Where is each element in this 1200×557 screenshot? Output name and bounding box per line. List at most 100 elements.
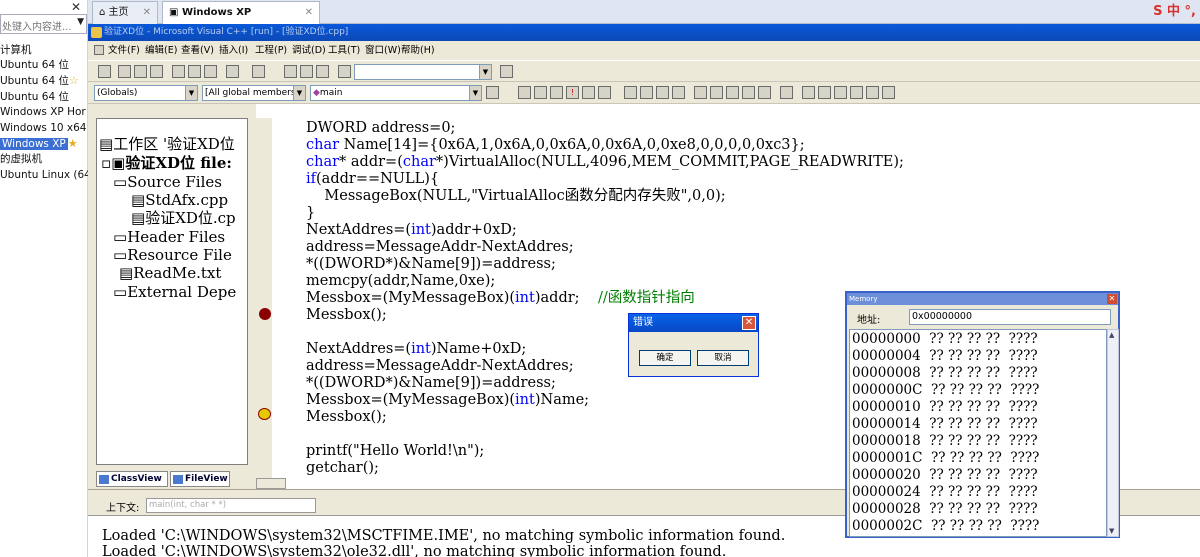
cut-icon[interactable] [172, 65, 185, 78]
menu-window[interactable]: 窗口(W) [365, 41, 401, 60]
close-icon[interactable]: ✕ [742, 316, 756, 330]
close-icon[interactable]: ✕ [1107, 294, 1117, 304]
tree-project[interactable]: ▫▣验证XD位 file: [101, 154, 232, 172]
error-dialog-title[interactable]: 错误 ✕ [629, 314, 758, 332]
new-file-icon[interactable] [98, 65, 111, 78]
scroll-down-icon[interactable]: ▼ [1109, 527, 1114, 535]
tab-classview[interactable]: ClassView [96, 471, 168, 487]
output-icon[interactable] [300, 65, 313, 78]
tree-file[interactable]: ▤ReadMe.txt [119, 264, 221, 282]
menu-file[interactable]: 文件(F) [108, 41, 140, 60]
tree-folder[interactable]: ▭Header Files [113, 228, 225, 246]
menu-edit[interactable]: 编辑(E) [145, 41, 177, 60]
tree-folder[interactable]: ▭External Depe [113, 283, 236, 301]
variables-icon[interactable] [818, 86, 831, 99]
collapse-icon[interactable]: ▫ [101, 154, 111, 172]
find-icon[interactable] [500, 65, 513, 78]
redo-icon[interactable] [252, 65, 265, 78]
vm-item[interactable]: 计算机 [0, 42, 32, 58]
tree-folder[interactable]: ▭Resource File [113, 246, 232, 264]
vm-item[interactable]: Windows 10 x64 [0, 120, 86, 136]
go-icon[interactable] [598, 86, 611, 99]
vm-item[interactable]: Ubuntu 64 位 [0, 89, 69, 105]
chevron-down-icon[interactable]: ▼ [293, 86, 305, 100]
tab-home[interactable]: ⌂ 主页 ✕ [92, 1, 158, 24]
menu-debug[interactable]: 调试(D) [292, 41, 326, 60]
class-combo[interactable]: (Globals) ▼ [94, 85, 198, 101]
paste-icon[interactable] [204, 65, 217, 78]
menu-help[interactable]: 帮助(H) [401, 41, 435, 60]
tree-folder[interactable]: ▭Source Files [113, 173, 222, 191]
show-next-icon[interactable] [694, 86, 707, 99]
cancel-button[interactable]: 取消 [697, 350, 749, 366]
step-out-icon[interactable] [742, 86, 755, 99]
app-menu-icon[interactable] [94, 45, 104, 55]
workspace-icon[interactable] [284, 65, 297, 78]
menu-project[interactable]: 工程(P) [255, 41, 287, 60]
vm-search-input[interactable]: 处键入内容进... ▼ [0, 14, 87, 34]
wizard-action-icon[interactable] [486, 86, 499, 99]
breakpoint-icon[interactable] [259, 308, 271, 320]
compile-icon[interactable] [518, 86, 531, 99]
memory-icon[interactable] [850, 86, 863, 99]
memory-window-title[interactable]: Memory ✕ [847, 293, 1118, 305]
chevron-down-icon[interactable]: ▼ [185, 86, 197, 100]
undo-icon[interactable] [226, 65, 239, 78]
step-over-icon[interactable] [726, 86, 739, 99]
disassembly-icon[interactable] [882, 86, 895, 99]
memory-window: Memory ✕ 地址: 0x00000000 00000000 ?? ?? ?… [845, 291, 1120, 538]
open-icon[interactable] [118, 65, 131, 78]
breakpoint-icon[interactable] [582, 86, 595, 99]
tree-root[interactable]: ▤工作区 '验证XD位 [99, 135, 235, 153]
apply-changes-icon[interactable] [672, 86, 685, 99]
step-into-icon[interactable] [710, 86, 723, 99]
break-icon[interactable] [656, 86, 669, 99]
vm-item[interactable]: Ubuntu Linux (64 [0, 167, 91, 183]
find-in-files-icon[interactable] [338, 65, 351, 78]
save-all-icon[interactable] [150, 65, 163, 78]
stop-debug-icon[interactable] [640, 86, 653, 99]
address-input[interactable]: 0x00000000 [909, 309, 1111, 325]
editor-hscrollbar[interactable] [256, 478, 286, 489]
build-icon[interactable] [534, 86, 547, 99]
ime-indicator[interactable]: S 中 °, [1153, 0, 1196, 19]
menu-insert[interactable]: 插入(I) [219, 41, 248, 60]
save-icon[interactable] [134, 65, 147, 78]
chevron-down-icon[interactable]: ▼ [469, 86, 481, 100]
restart-icon[interactable] [624, 86, 637, 99]
tree-file[interactable]: ▤验证XD位.cp [131, 209, 236, 227]
watch-icon[interactable] [802, 86, 815, 99]
quickwatch-icon[interactable] [780, 86, 793, 99]
editor-gutter[interactable] [256, 118, 272, 489]
memory-grid[interactable]: 00000000 ?? ?? ?? ?? ???? 00000004 ?? ??… [849, 329, 1107, 537]
menu-view[interactable]: 查看(V) [181, 41, 214, 60]
vm-item-selected[interactable]: Windows XP ★ [0, 136, 78, 152]
ok-button[interactable]: 确定 [639, 350, 691, 366]
windows-list-icon[interactable] [316, 65, 329, 78]
tab-fileview[interactable]: FileView [170, 471, 230, 487]
copy-icon[interactable] [188, 65, 201, 78]
find-combo[interactable]: ▼ [354, 64, 492, 80]
vm-item[interactable]: Ubuntu 64 位 [0, 57, 69, 73]
menu-tools[interactable]: 工具(T) [328, 41, 360, 60]
close-tab-icon[interactable]: ✕ [143, 2, 151, 24]
tab-windows-xp[interactable]: ▣ Windows XP Professional ✕ [162, 1, 320, 40]
tree-file[interactable]: ▤StdAfx.cpp [131, 191, 228, 209]
scroll-up-icon[interactable]: ▲ [1109, 331, 1114, 339]
vm-item[interactable]: 的虚拟机 [0, 151, 42, 167]
close-icon[interactable]: ✕ [71, 0, 81, 14]
execute-icon[interactable]: ! [566, 86, 579, 99]
filter-combo[interactable]: [All global members ▼ [202, 85, 306, 101]
context-combo[interactable]: main(int, char * *) [146, 498, 316, 513]
registers-icon[interactable] [834, 86, 847, 99]
chevron-down-icon[interactable]: ▼ [77, 17, 84, 27]
stop-build-icon[interactable] [550, 86, 563, 99]
vm-item[interactable]: Windows XP Hor [0, 104, 86, 120]
run-to-cursor-icon[interactable] [758, 86, 771, 99]
member-combo[interactable]: ◆main ▼ [310, 85, 482, 101]
vm-item[interactable]: Ubuntu 64 位☆ [0, 73, 79, 89]
close-tab-icon[interactable]: ✕ [305, 2, 313, 24]
call-stack-icon[interactable] [866, 86, 879, 99]
chevron-down-icon[interactable]: ▼ [479, 65, 491, 79]
memory-scrollbar[interactable]: ▲ ▼ [1107, 329, 1119, 537]
